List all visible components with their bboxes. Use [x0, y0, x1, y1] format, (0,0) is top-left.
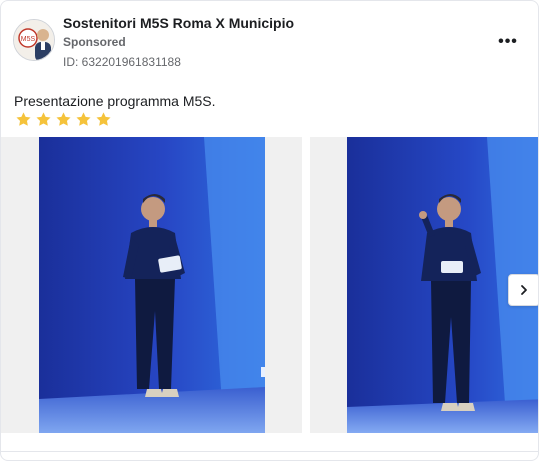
- page-name[interactable]: Sostenitori M5S Roma X Municipio: [63, 15, 294, 31]
- star-icon: [76, 112, 91, 126]
- ad-body-text: Presentazione programma M5S.: [14, 93, 216, 109]
- carousel-next-button[interactable]: [508, 274, 538, 306]
- star-icon: [36, 112, 51, 126]
- ad-card: M5S Sostenitori M5S Roma X Municipio Spo…: [0, 0, 539, 461]
- star-icon: [56, 112, 71, 126]
- carousel-slide[interactable]: [310, 137, 538, 433]
- star-icon: [96, 112, 111, 126]
- ad-id: ID: 632201961831188: [63, 55, 181, 69]
- star-rating: [15, 111, 112, 128]
- slide-photo: [39, 137, 265, 433]
- page-avatar[interactable]: M5S: [13, 19, 55, 61]
- star-icon: [16, 112, 31, 126]
- svg-text:M5S: M5S: [21, 36, 36, 43]
- more-options-button[interactable]: •••: [495, 29, 521, 55]
- chevron-right-icon: [521, 285, 527, 295]
- sponsored-label: Sponsored: [63, 35, 126, 49]
- card-divider: [1, 451, 538, 452]
- media-carousel[interactable]: [1, 137, 538, 437]
- carousel-slide[interactable]: [1, 137, 302, 433]
- more-options-icon: •••: [498, 33, 518, 50]
